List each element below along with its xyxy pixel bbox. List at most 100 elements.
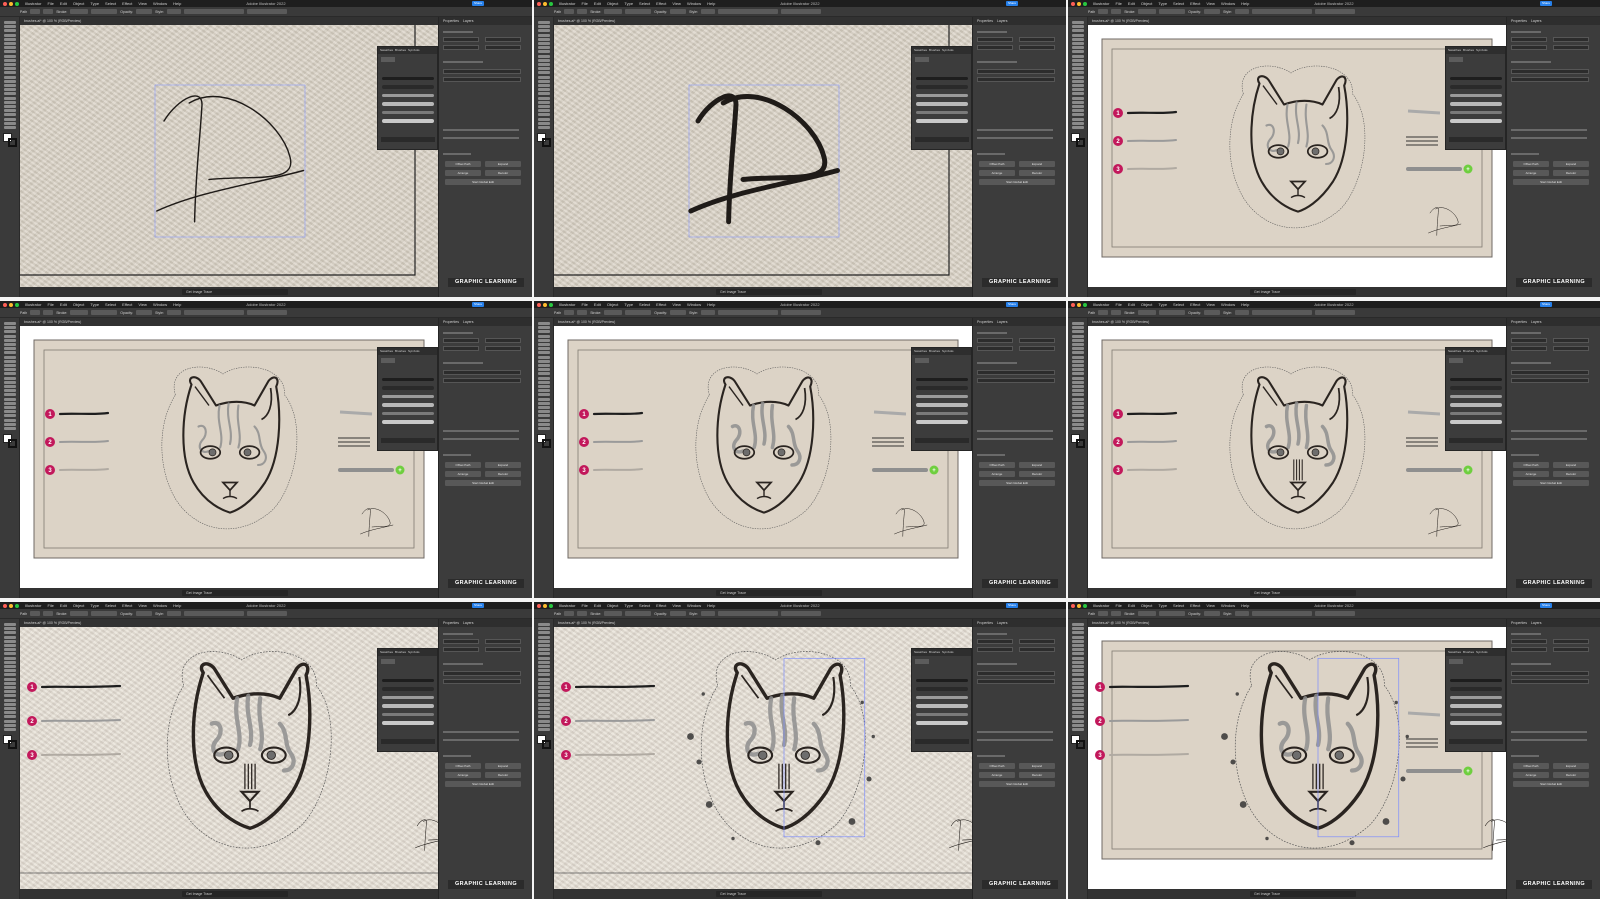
align-controls[interactable]: [717, 310, 778, 315]
tool-button[interactable]: [538, 644, 550, 647]
align-icons-row[interactable]: [443, 129, 519, 131]
transform-fields[interactable]: [1314, 310, 1355, 315]
brush-definition-dropdown[interactable]: [91, 9, 118, 14]
tool-button[interactable]: [1072, 698, 1084, 702]
tool-button[interactable]: [1072, 635, 1084, 639]
contextual-task-label[interactable]: Get Image Trace: [186, 290, 212, 294]
tool-button[interactable]: [1072, 715, 1084, 719]
brush-definition-dropdown[interactable]: [1159, 310, 1186, 315]
stroke-weight-field[interactable]: [604, 9, 623, 14]
tool-button[interactable]: [1072, 669, 1084, 673]
menu-effect[interactable]: Effect: [656, 301, 666, 308]
tool-button[interactable]: [4, 372, 16, 376]
tool-button[interactable]: [538, 67, 550, 71]
tab-properties[interactable]: Properties: [977, 17, 993, 25]
tool-button[interactable]: [1072, 677, 1084, 681]
opacity-field[interactable]: [136, 611, 153, 616]
close-window-icon[interactable]: [1071, 1, 1075, 6]
contextual-task-bar[interactable]: Get Image Trace: [716, 590, 822, 596]
height-field[interactable]: [1553, 647, 1589, 652]
tool-button[interactable]: [4, 109, 16, 113]
menu-type[interactable]: Type: [624, 301, 633, 308]
transform-fields[interactable]: [1314, 9, 1355, 14]
tool-button[interactable]: [1072, 330, 1084, 334]
tab-layers[interactable]: Layers: [997, 619, 1008, 627]
tool-button[interactable]: [4, 660, 16, 664]
fill-stroke-widget[interactable]: [3, 434, 17, 448]
menu-select[interactable]: Select: [105, 602, 116, 609]
height-field[interactable]: [1019, 346, 1055, 351]
brush-panel-footer-buttons[interactable]: [915, 438, 969, 443]
contextual-task-label[interactable]: Get Image Trace: [1254, 290, 1280, 294]
start-global-edit-button[interactable]: Start Global Edit: [1513, 179, 1589, 185]
tool-button[interactable]: [1072, 364, 1084, 367]
contextual-task-bar[interactable]: Get Image Trace: [1250, 891, 1356, 897]
transform-fields[interactable]: [780, 310, 821, 315]
window-controls[interactable]: [3, 302, 19, 307]
stroke-swatch-icon[interactable]: [8, 138, 17, 147]
tab-brushes[interactable]: Brushes: [929, 650, 940, 655]
y-position-field[interactable]: [977, 647, 1013, 652]
brush-definition-dropdown[interactable]: [91, 310, 118, 315]
stroke-weight-row[interactable]: [443, 69, 521, 74]
menu-type[interactable]: Type: [1158, 0, 1167, 7]
share-button[interactable]: Share: [1006, 603, 1018, 608]
zoom-window-icon[interactable]: [15, 302, 19, 307]
brush-stroke-charcoal[interactable]: [382, 77, 434, 80]
tool-button[interactable]: [538, 719, 550, 723]
brush-library-icon[interactable]: [915, 57, 929, 62]
opacity-row[interactable]: [977, 378, 1055, 383]
tool-button[interactable]: [4, 347, 16, 351]
tool-button[interactable]: [1072, 322, 1084, 325]
tab-layers[interactable]: Layers: [463, 619, 474, 627]
brush-stroke-ink[interactable]: [382, 85, 434, 89]
offset-path-button[interactable]: Offset Path: [445, 161, 481, 167]
fill-swatch[interactable]: [30, 310, 41, 315]
menu-file[interactable]: File: [581, 602, 587, 609]
brush-stroke-watercolor[interactable]: [382, 721, 434, 725]
tool-button[interactable]: [1072, 96, 1084, 100]
tab-brushes[interactable]: Brushes: [1463, 650, 1474, 655]
menu-file[interactable]: File: [581, 301, 587, 308]
brush-library-icon[interactable]: [381, 358, 395, 363]
minimize-window-icon[interactable]: [9, 603, 13, 608]
brush-stroke-watercolor[interactable]: [916, 119, 968, 123]
window-controls[interactable]: [1071, 603, 1087, 608]
tool-button[interactable]: [538, 698, 550, 702]
share-button[interactable]: Share: [1006, 302, 1018, 307]
brush-stroke-pencil[interactable]: [1450, 412, 1502, 415]
menu-window[interactable]: Window: [1221, 0, 1235, 7]
tool-button[interactable]: [538, 389, 550, 393]
stroke-swatch[interactable]: [577, 611, 588, 616]
tool-button[interactable]: [1072, 100, 1084, 104]
brush-stroke-watercolor[interactable]: [1450, 721, 1502, 725]
tool-button[interactable]: [4, 71, 16, 75]
brush-panel-footer-buttons[interactable]: [1449, 739, 1503, 744]
stroke-swatch[interactable]: [43, 9, 54, 14]
contextual-task-bar[interactable]: Get Image Trace: [1250, 590, 1356, 596]
tool-button[interactable]: [1072, 397, 1084, 401]
stroke-weight-field[interactable]: [1138, 310, 1157, 315]
tool-button[interactable]: [538, 33, 550, 37]
tool-button[interactable]: [1072, 67, 1084, 71]
tool-button[interactable]: [1072, 644, 1084, 647]
tool-button[interactable]: [1072, 21, 1084, 24]
document-tab[interactable]: brushes.ai* @ 100 % (RGB/Preview): [20, 318, 438, 326]
brush-stroke-ink[interactable]: [382, 687, 434, 691]
tool-button[interactable]: [4, 673, 16, 677]
offset-path-button[interactable]: Offset Path: [979, 161, 1015, 167]
contextual-task-label[interactable]: Get Image Trace: [1254, 892, 1280, 896]
stroke-weight-field[interactable]: [70, 611, 89, 616]
menu-view[interactable]: View: [672, 301, 681, 308]
menu-object[interactable]: Object: [73, 0, 85, 7]
y-position-field[interactable]: [977, 346, 1013, 351]
menu-view[interactable]: View: [1206, 0, 1215, 7]
tool-button[interactable]: [538, 694, 550, 698]
tab-properties[interactable]: Properties: [977, 318, 993, 326]
tool-button[interactable]: [4, 359, 16, 363]
tool-button[interactable]: [4, 88, 16, 92]
tool-button[interactable]: [4, 397, 16, 401]
align-icons-row[interactable]: [1511, 731, 1587, 733]
tool-button[interactable]: [1072, 105, 1084, 108]
expand-button[interactable]: Expand: [485, 161, 521, 167]
